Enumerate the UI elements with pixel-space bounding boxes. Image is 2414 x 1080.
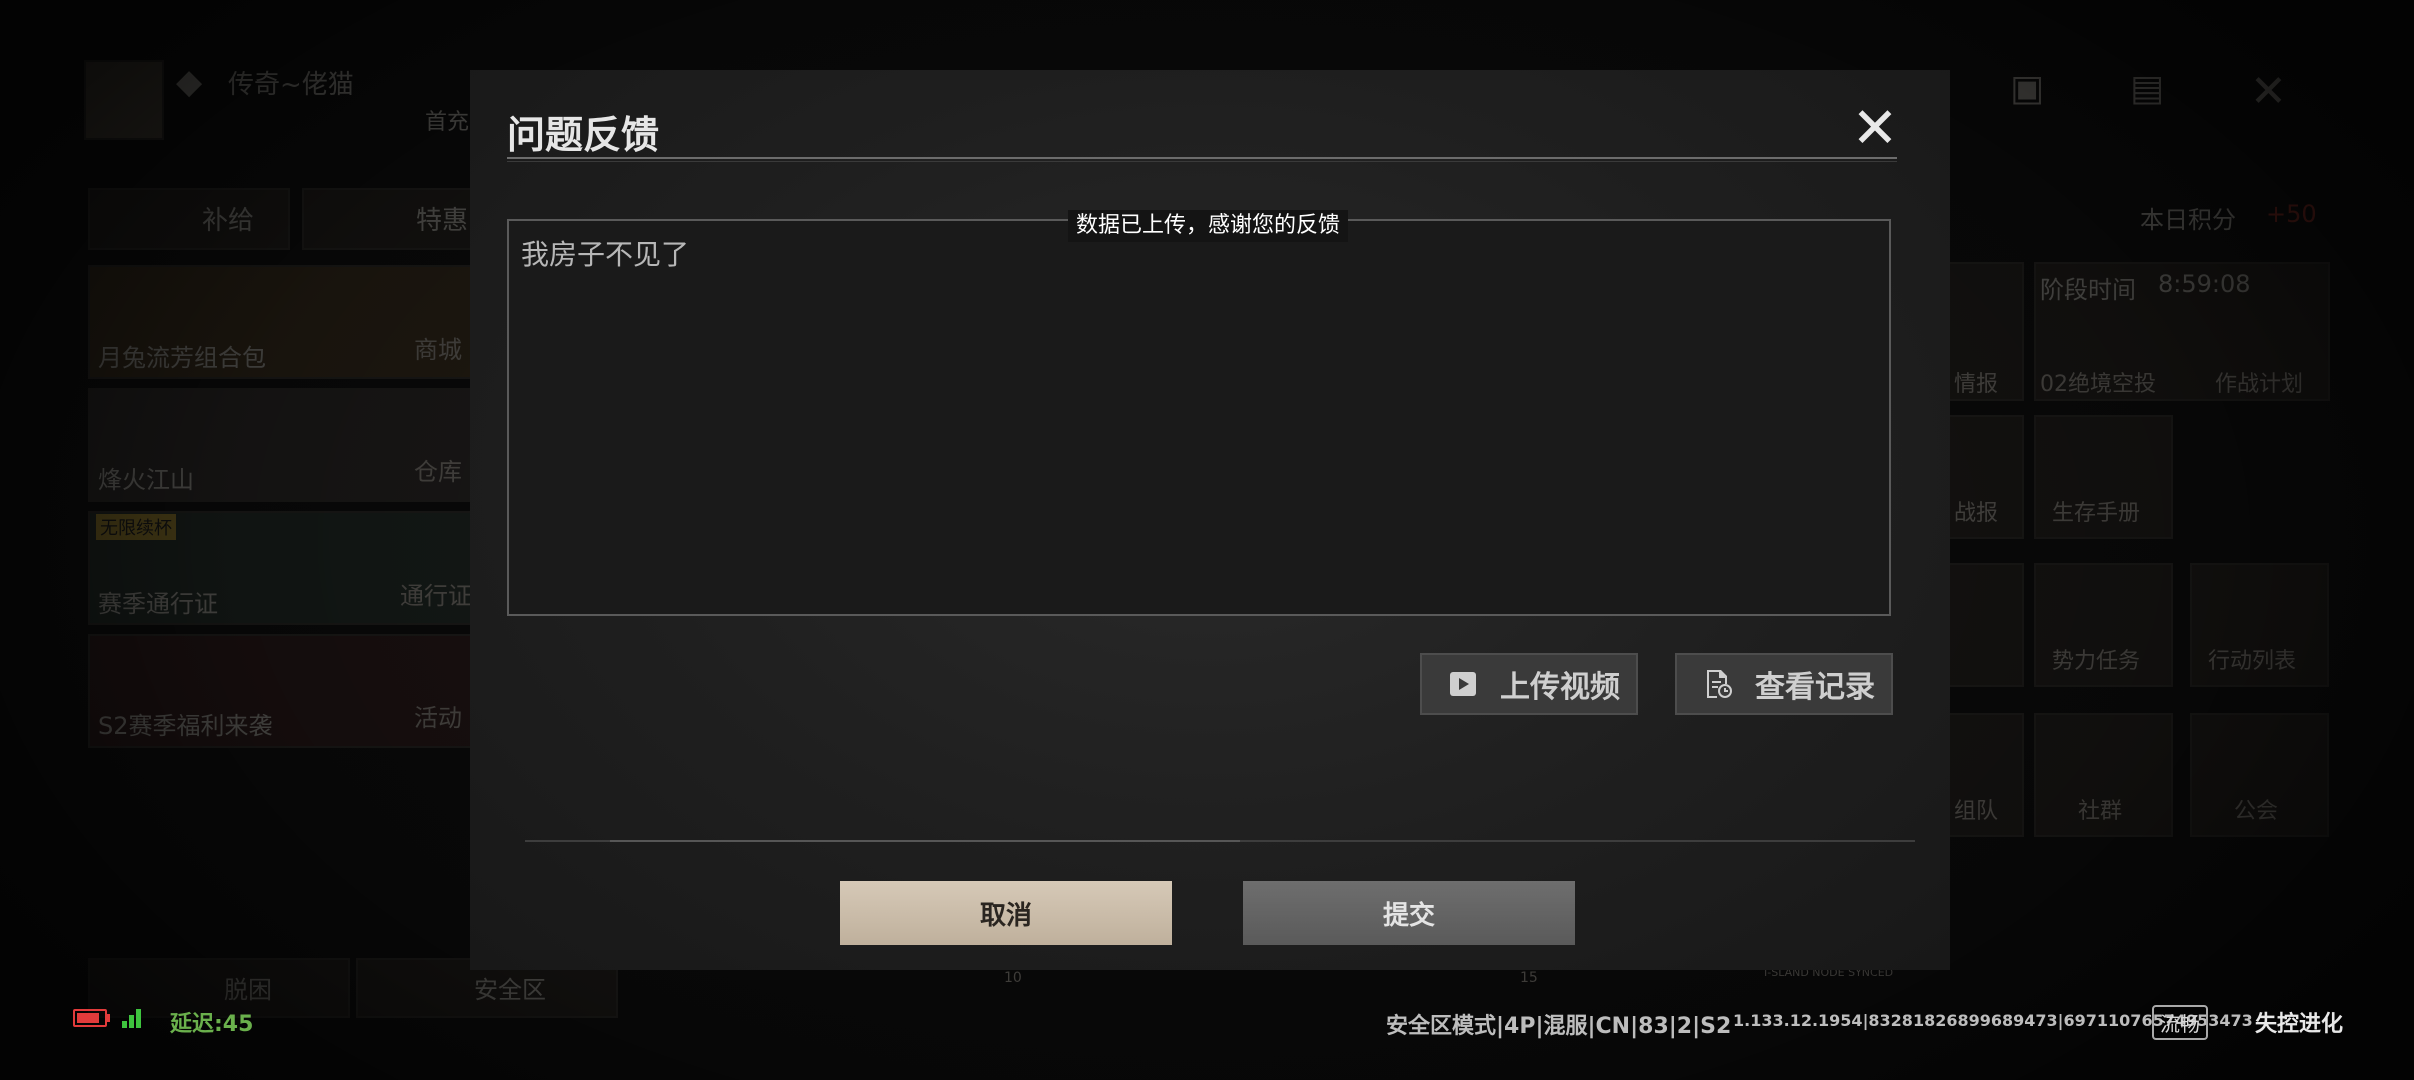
offer-label: 月兔流芳组合包 [98, 344, 266, 372]
supply-label: 补给 [202, 206, 255, 236]
right-tile-label: 社群 [2078, 799, 2123, 824]
special-label: 特惠 [416, 206, 469, 236]
right-tile-label: 作战计划 [2215, 372, 2304, 397]
printer-icon: ▤ [2130, 68, 2165, 109]
cancel-button[interactable]: 取消 [840, 881, 1172, 945]
submit-button[interactable]: 提交 [1243, 881, 1575, 945]
offer-label: 赛季通行证 [98, 590, 218, 618]
offer-badge: 无限续杯 [96, 514, 176, 540]
right-tile-label: 情报 [1954, 372, 1999, 397]
map-tick: 15 [1520, 970, 1538, 986]
network-quality-badge: 流畅 [2152, 1005, 2208, 1040]
server-info: 安全区模式|4P|混服|CN|83|2|S2 [1386, 1014, 1732, 1039]
title-divider [507, 157, 1897, 159]
home-label: 首充 [425, 110, 470, 135]
close-button[interactable]: ✕ [1850, 101, 1900, 157]
upload-video-label: 上传视频 [1500, 670, 1620, 705]
safe-zone-label: 安全区 [474, 976, 546, 1004]
stage-time-value: 8:59:08 [2158, 270, 2251, 298]
cancel-label: 取消 [979, 900, 1032, 931]
document-history-icon [1703, 669, 1733, 699]
daily-points-label: 本日积分 [2140, 206, 2236, 234]
submit-label: 提交 [1382, 900, 1435, 931]
exit-icon: ✕ [2250, 66, 2287, 117]
right-tile-label: 组队 [1954, 799, 1999, 824]
right-tile-label: 公会 [2234, 799, 2279, 824]
offer-label: 烽火江山 [98, 466, 194, 494]
view-records-button[interactable]: 查看记录 [1675, 653, 1893, 715]
offer-side-label: 活动 [414, 704, 462, 732]
close-icon: ✕ [1851, 96, 1899, 161]
player-avatar [84, 60, 164, 140]
supply-tab [88, 188, 290, 250]
game-logo: 失控进化 [2255, 1012, 2344, 1037]
view-records-label: 查看记录 [1755, 670, 1875, 705]
title-divider-shadow [507, 161, 1897, 162]
inbox-icon: ▣ [2010, 68, 2045, 109]
player-name: 传奇~佬猫 [228, 70, 354, 100]
feedback-textarea[interactable]: 我房子不见了 [507, 219, 1891, 616]
battery-icon [73, 1009, 107, 1027]
right-tile-label: 战报 [1954, 501, 1999, 526]
offer-side-label: 商城 [414, 336, 462, 364]
offer-label: S2赛季福利来袭 [98, 712, 273, 740]
upload-success-toast: 数据已上传，感谢您的反馈 [1068, 210, 1349, 242]
map-tick: 10 [1004, 970, 1022, 986]
offer-side-label: 通行证 [400, 582, 472, 610]
daily-points-value: +50 [2266, 200, 2317, 228]
signal-strength-icon [122, 1006, 144, 1028]
play-video-icon [1448, 669, 1478, 699]
footer-divider-highlight [610, 840, 1240, 842]
upload-video-button[interactable]: 上传视频 [1420, 653, 1638, 715]
rank-badge-icon: ◆ [176, 62, 203, 102]
offer-side-label: 仓库 [414, 458, 462, 486]
right-tile-label: 势力任务 [2052, 649, 2141, 674]
right-tile-label: 生存手册 [2052, 501, 2141, 526]
latency-readout: 延迟:45 [170, 1012, 254, 1037]
right-tile-label: 02绝境空投 [2040, 372, 2156, 397]
right-tile-label: 行动列表 [2208, 649, 2297, 674]
dialog-title: 问题反馈 [507, 113, 660, 157]
stage-time-label: 阶段时间 [2040, 276, 2136, 304]
battery-tip [107, 1014, 110, 1022]
escape-label: 脱困 [224, 976, 272, 1004]
battery-level-fill [77, 1013, 100, 1023]
